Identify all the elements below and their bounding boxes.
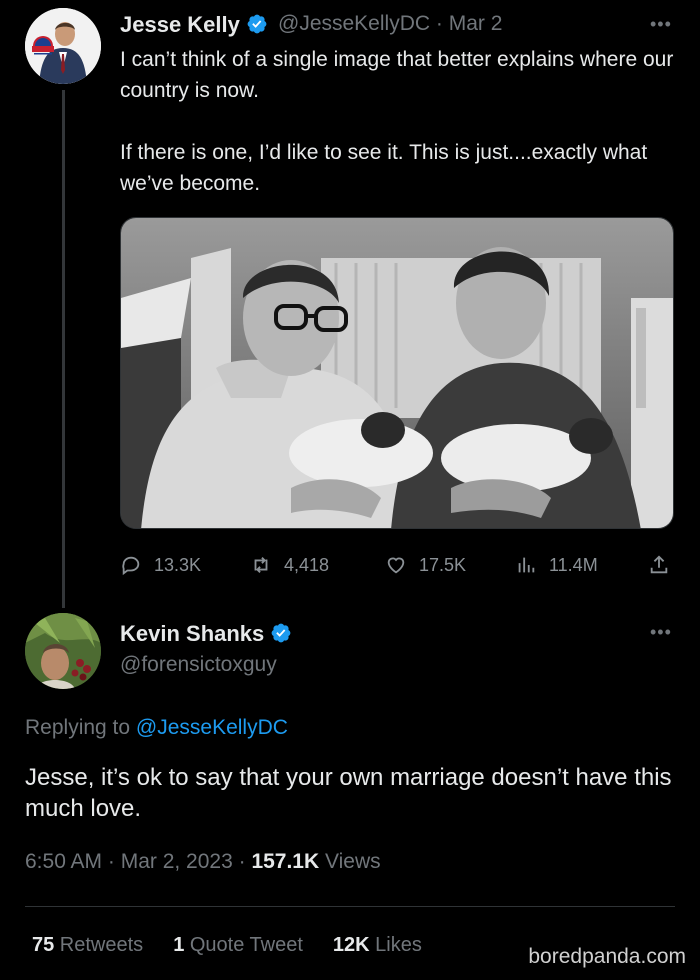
heart-icon: [387, 557, 405, 574]
quote-tweets-stat[interactable]: 1 Quote Tweet: [173, 934, 303, 957]
tweet-action-bar: 13.3K 4,418 17.5K 11.4M: [120, 550, 680, 580]
thread-connector-line: [62, 90, 65, 608]
retweet-action[interactable]: 4,418: [250, 550, 329, 580]
like-action[interactable]: 17.5K: [385, 550, 466, 580]
kevin-avatar-image: [25, 613, 101, 689]
kevin-handle[interactable]: @forensictoxguy: [120, 653, 277, 677]
original-tweet-text: I can’t think of a single image that bet…: [120, 44, 680, 230]
views-action[interactable]: 11.4M: [515, 550, 598, 580]
retweet-count: 4,418: [284, 554, 330, 575]
share-icon: [650, 555, 668, 574]
like-count: 17.5K: [419, 554, 467, 575]
more-options-icon[interactable]: •••: [650, 622, 672, 643]
reply-tweet-text: Jesse, it’s ok to say that your own marr…: [25, 764, 672, 822]
more-options-icon[interactable]: •••: [650, 14, 672, 35]
verified-badge-icon: [271, 623, 291, 643]
retweets-stat[interactable]: 75 Retweets: [32, 934, 143, 957]
reply-views-count: 157.1K: [251, 850, 320, 873]
reply-timestamp[interactable]: 6:50 AM · Mar 2, 2023 ·: [25, 850, 251, 873]
boredpanda-watermark: boredpanda.com: [528, 945, 686, 968]
replying-to-mention[interactable]: @JesseKellyDC: [136, 716, 288, 739]
kevin-avatar[interactable]: [25, 613, 101, 689]
likes-stat[interactable]: 12K Likes: [333, 934, 422, 957]
reply-engagement-stats: 75 Retweets 1 Quote Tweet 12K Likes: [32, 934, 422, 957]
analytics-icon: [518, 557, 535, 573]
jesse-handle-and-date[interactable]: @JesseKellyDC · Mar 2: [278, 12, 502, 36]
share-action[interactable]: [648, 550, 682, 580]
the-first-logo: [32, 36, 54, 55]
retweet-icon: [254, 557, 268, 573]
tweet-photo[interactable]: [120, 217, 674, 529]
stats-divider: [25, 906, 675, 907]
reply-action[interactable]: 13.3K: [120, 550, 201, 580]
jesse-avatar[interactable]: [25, 8, 101, 84]
kevin-author-name[interactable]: Kevin Shanks: [120, 621, 292, 647]
reply-bubble-icon: [122, 556, 140, 576]
tweet-paragraph-2: If there is one, I’d like to see it. Thi…: [120, 141, 648, 195]
reply-count: 13.3K: [154, 554, 202, 575]
hospital-photo-two-fathers-with-newborns: [121, 218, 673, 528]
views-count: 11.4M: [549, 554, 598, 575]
verified-badge-icon: [247, 14, 267, 34]
tweet-paragraph-1: I can’t think of a single image that bet…: [120, 48, 674, 102]
reply-timestamp-views: 6:50 AM · Mar 2, 2023 · 157.1K Views: [25, 850, 381, 873]
jesse-author-name[interactable]: Jesse Kelly: [120, 12, 268, 38]
replying-to-line: Replying to @JesseKellyDC: [25, 716, 288, 739]
